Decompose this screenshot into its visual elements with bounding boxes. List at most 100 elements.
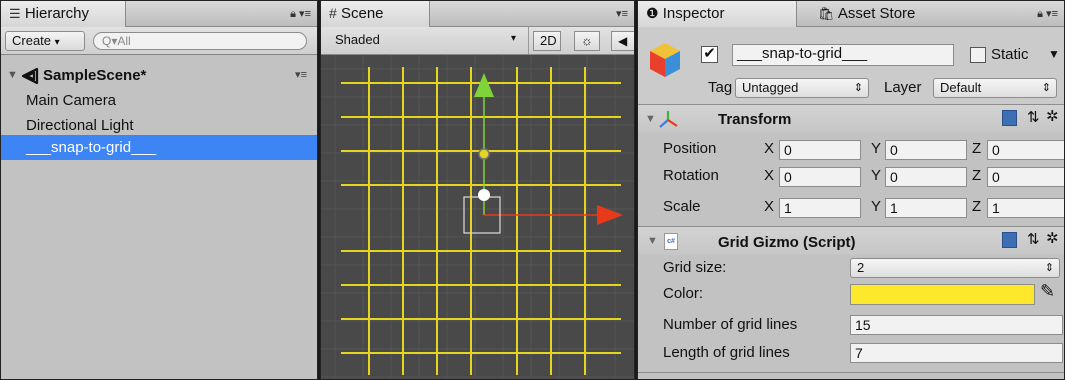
rotation-y-field[interactable]: 0: [885, 167, 967, 187]
lock-icon[interactable]: 🔒︎: [290, 8, 296, 20]
z-label: Z: [972, 167, 982, 184]
num-grid-lines-label: Number of grid lines: [663, 316, 798, 333]
position-label: Position: [663, 140, 717, 157]
inspector-tab-menu[interactable]: 🔒︎ ▾≡: [1037, 7, 1058, 21]
search-icon: Q▾: [102, 34, 118, 48]
tab-asset-store[interactable]: 🛍︎ Asset Store: [810, 1, 923, 27]
scene-viewport[interactable]: [321, 55, 634, 379]
y-label: Y: [871, 167, 882, 184]
mode-2d-toggle[interactable]: 2D: [533, 31, 561, 51]
position-y-field[interactable]: 0: [885, 140, 967, 160]
z-label: Z: [972, 140, 982, 157]
hierarchy-item-selected[interactable]: ___snap-to-grid___: [1, 135, 317, 160]
eyedropper-icon[interactable]: ✎: [1040, 281, 1055, 302]
rotation-x-field[interactable]: 0: [779, 167, 861, 187]
hierarchy-item[interactable]: Main Camera: [1, 88, 317, 113]
gameobject-cube-icon: [648, 41, 682, 82]
scale-y-field[interactable]: 1: [885, 198, 967, 218]
x-label: X: [764, 140, 775, 157]
help-book-icon[interactable]: [1002, 232, 1017, 248]
scale-label: Scale: [663, 198, 701, 215]
tab-menu-icon[interactable]: ▾≡: [1046, 8, 1058, 20]
speaker-icon: ◀: [618, 34, 628, 48]
layer-dropdown[interactable]: Default ⇕: [933, 78, 1057, 98]
help-book-icon[interactable]: [1002, 110, 1017, 126]
lock-icon[interactable]: 🔒︎: [1037, 8, 1043, 20]
gear-icon[interactable]: ✲: [1046, 229, 1059, 247]
transform-axes-icon: [658, 110, 678, 131]
num-grid-lines-field[interactable]: 15: [850, 315, 1063, 335]
gear-icon[interactable]: ✲: [1046, 107, 1059, 125]
preset-icon[interactable]: ⇅: [1027, 230, 1040, 248]
grid-size-dropdown[interactable]: 2 ⇕: [850, 258, 1060, 278]
foldout-arrow-icon[interactable]: ▼: [7, 63, 18, 88]
tab-menu-icon[interactable]: ▾≡: [299, 8, 311, 20]
tab-scene-label: Scene: [340, 5, 384, 22]
inspector-tabbar: ❶ Inspector 🛍︎ Asset Store 🔒︎ ▾≡: [638, 1, 1064, 27]
preset-icon[interactable]: ⇅: [1027, 108, 1040, 126]
position-z-field[interactable]: 0: [987, 140, 1064, 160]
shading-mode-dropdown[interactable]: Shaded ▾: [321, 27, 529, 54]
light-gizmo-icon: [478, 148, 490, 160]
csharp-script-icon: c#: [664, 233, 678, 250]
sun-icon: ☼: [581, 33, 593, 48]
lighting-toggle[interactable]: ☼: [574, 31, 600, 51]
length-grid-lines-value: 7: [855, 345, 863, 361]
active-checkbox[interactable]: ✔: [701, 46, 718, 63]
length-grid-lines-label: Length of grid lines: [663, 344, 790, 361]
scale-x-value: 1: [784, 200, 792, 216]
length-grid-lines-field[interactable]: 7: [850, 343, 1063, 363]
rotation-y-value: 0: [890, 169, 898, 185]
static-checkbox[interactable]: [970, 47, 986, 63]
x-label: X: [764, 198, 775, 215]
search-placeholder: All: [117, 34, 131, 48]
audio-toggle[interactable]: ◀: [611, 31, 634, 51]
foldout-arrow-icon[interactable]: ▼: [645, 113, 656, 125]
rotation-x-value: 0: [784, 169, 792, 185]
tag-dropdown[interactable]: Untagged ⇕: [735, 78, 869, 98]
tab-hierarchy-label: Hierarchy: [24, 5, 90, 22]
scene-root-row[interactable]: ▼ SampleScene* ▾≡: [1, 63, 317, 88]
scale-x-field[interactable]: 1: [779, 198, 861, 218]
layer-label: Layer: [884, 79, 922, 96]
position-y-value: 0: [890, 142, 898, 158]
tab-scene[interactable]: # Scene: [321, 1, 430, 27]
rotation-z-value: 0: [992, 169, 1000, 185]
color-label: Color:: [663, 285, 704, 302]
object-name-value: ___snap-to-grid___: [737, 45, 868, 62]
transform-title: Transform: [718, 111, 792, 128]
create-button[interactable]: Create ▾: [5, 31, 85, 51]
position-z-value: 0: [992, 142, 1000, 158]
shading-mode-label: Shaded: [335, 32, 380, 47]
scene-grid-svg: [321, 55, 634, 379]
y-label: Y: [871, 198, 882, 215]
transform-header[interactable]: ▼ Transform ⇅ ✲: [638, 105, 1064, 133]
object-name-field[interactable]: ___snap-to-grid___: [732, 44, 954, 66]
grid-size-value: 2: [857, 260, 865, 275]
updown-icon: ⇕: [853, 82, 863, 94]
rotation-z-field[interactable]: 0: [987, 167, 1064, 187]
create-label: Create: [12, 33, 52, 48]
scene-panel: # Scene ▾≡ Shaded ▾ 2D ☼ ◀: [320, 0, 635, 380]
list-icon: ☰: [9, 6, 21, 21]
num-grid-lines-value: 15: [855, 317, 871, 333]
scene-menu-icon[interactable]: ▾≡: [295, 63, 307, 88]
updown-icon: ⇕: [1041, 82, 1051, 94]
hierarchy-search-input[interactable]: Q▾All: [93, 32, 307, 50]
static-dropdown-icon[interactable]: ▼: [1048, 47, 1060, 61]
tab-inspector[interactable]: ❶ Inspector: [638, 1, 797, 27]
scale-z-field[interactable]: 1: [987, 198, 1064, 218]
camera-gizmo-icon: [478, 189, 490, 201]
grid-gizmo-header[interactable]: ▼ c# Grid Gizmo (Script) ⇅ ✲: [638, 227, 1064, 255]
hierarchy-item-label: Main Camera: [26, 92, 117, 109]
position-x-field[interactable]: 0: [779, 140, 861, 160]
scale-z-value: 1: [992, 200, 1000, 216]
hierarchy-tab-menu[interactable]: 🔒︎ ▾≡: [290, 7, 311, 21]
tab-hierarchy[interactable]: ☰ Hierarchy: [1, 1, 126, 27]
grid-size-label: Grid size:: [663, 259, 727, 276]
color-swatch-field[interactable]: [850, 284, 1035, 305]
scene-tab-menu-icon[interactable]: ▾≡: [616, 7, 628, 20]
tag-label: Tag: [708, 79, 733, 96]
foldout-arrow-icon[interactable]: ▼: [647, 235, 658, 247]
mode-2d-label: 2D: [540, 33, 557, 48]
